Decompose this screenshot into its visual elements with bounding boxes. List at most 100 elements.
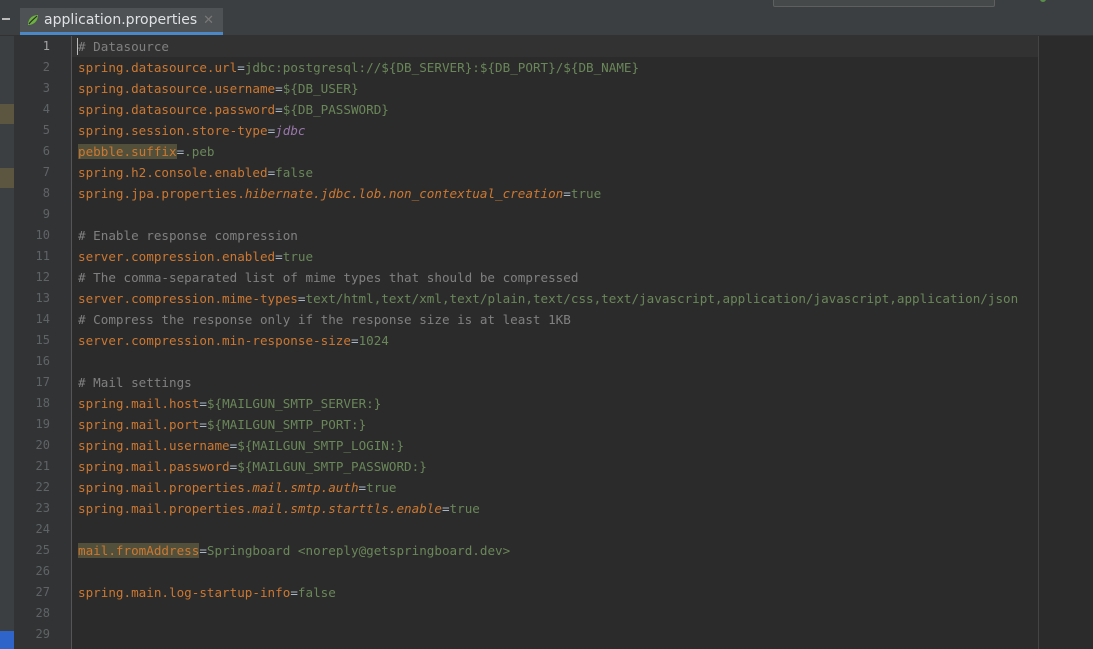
line-number: 23 [35, 501, 50, 515]
code-token: spring.datasource.url [78, 60, 238, 75]
code-token: ${DB_PASSWORD} [282, 102, 389, 117]
tab-filename: application.properties [44, 12, 198, 28]
code-token: mail.smtp.auth [252, 480, 359, 495]
minimize-icon[interactable] [2, 18, 10, 20]
close-icon[interactable]: ✕ [203, 13, 214, 28]
code-token: 1024 [358, 333, 389, 348]
code-token: = [290, 585, 298, 600]
line-number: 13 [35, 291, 50, 305]
current-line-highlight [72, 36, 1038, 57]
main-toolbar [0, 0, 1093, 8]
code-token: = [275, 249, 283, 264]
line-number: 4 [42, 102, 50, 116]
code-line[interactable]: spring.datasource.username=${DB_USER} [78, 78, 359, 99]
line-number: 25 [35, 543, 50, 557]
code-line[interactable]: spring.h2.console.enabled=false [78, 162, 313, 183]
code-line[interactable]: spring.mail.host=${MAILGUN_SMTP_SERVER:} [78, 393, 381, 414]
code-token: = [199, 396, 207, 411]
code-token: true [366, 480, 397, 495]
code-token: = [199, 417, 207, 432]
line-number: 5 [42, 123, 50, 137]
line-number: 17 [35, 375, 50, 389]
code-line[interactable]: spring.session.store-type=jdbc [78, 120, 306, 141]
line-number: 2 [42, 60, 50, 74]
code-token: ${MAILGUN_SMTP_SERVER:} [206, 396, 382, 411]
code-line[interactable]: # Datasource [78, 36, 169, 57]
code-line[interactable]: # Enable response compression [78, 225, 298, 246]
code-token: spring.mail.properties. [78, 501, 253, 516]
line-number: 14 [35, 312, 50, 326]
line-number: 18 [35, 396, 50, 410]
code-line[interactable]: server.compression.mime-types=text/html,… [78, 288, 1018, 309]
code-editor[interactable]: # Datasource spring.datasource.url=jdbc:p… [72, 36, 1093, 649]
line-number: 22 [35, 480, 50, 494]
line-number: 1 [42, 39, 50, 53]
code-token: true [449, 501, 480, 516]
code-line[interactable]: spring.main.log-startup-info=false [78, 582, 336, 603]
code-line[interactable]: spring.jpa.properties.hibernate.jdbc.lob… [78, 183, 601, 204]
change-marker [0, 104, 14, 124]
tool-window-button[interactable] [0, 631, 14, 649]
code-line[interactable]: spring.mail.properties.mail.smtp.starttl… [78, 498, 480, 519]
code-token: spring.mail.properties. [78, 480, 253, 495]
tab-application-properties[interactable]: application.properties ✕ [20, 8, 223, 35]
code-token: Springboard <noreply@getspringboard.dev> [206, 543, 511, 558]
code-token: hibernate.jdbc.lob.non_contextual_creati… [244, 186, 564, 201]
line-number: 16 [35, 354, 50, 368]
code-token: = [199, 543, 207, 558]
code-token: server.compression.enabled [78, 249, 276, 264]
code-line[interactable]: spring.mail.password=${MAILGUN_SMTP_PASS… [78, 456, 427, 477]
code-token: ${MAILGUN_SMTP_PASSWORD:} [237, 459, 427, 474]
left-tool-strip [0, 36, 14, 649]
code-line[interactable]: # Mail settings [78, 372, 192, 393]
code-line[interactable]: spring.datasource.url=jdbc:postgresql://… [78, 57, 639, 78]
code-token: jdbc:postgresql://${DB_SERVER}:${DB_PORT… [244, 60, 640, 75]
code-line[interactable]: spring.datasource.password=${DB_PASSWORD… [78, 99, 389, 120]
line-number: 19 [35, 417, 50, 431]
code-token: true [282, 249, 314, 264]
code-token: spring.datasource.password [78, 102, 276, 117]
code-token: server.compression.mime-types [78, 291, 298, 306]
code-line[interactable]: pebble.suffix=.peb [78, 141, 215, 162]
line-number: 20 [35, 438, 50, 452]
line-number: 6 [42, 144, 50, 158]
code-token: spring.datasource.username [78, 81, 276, 96]
code-token: # Enable response compression [78, 228, 298, 243]
code-token: ${DB_USER} [282, 81, 359, 96]
run-icon[interactable] [1040, 0, 1046, 2]
line-number: 29 [35, 627, 50, 641]
line-number: 11 [35, 249, 50, 263]
code-token: # The comma-separated list of mime types… [78, 270, 579, 285]
code-line[interactable]: server.compression.enabled=true [78, 246, 313, 267]
code-line[interactable]: server.compression.min-response-size=102… [78, 330, 389, 351]
code-token: ${MAILGUN_SMTP_PORT:} [206, 417, 367, 432]
code-line[interactable]: mail.fromAddress=Springboard <noreply@ge… [78, 540, 510, 561]
code-line[interactable]: spring.mail.port=${MAILGUN_SMTP_PORT:} [78, 414, 366, 435]
code-line[interactable]: # The comma-separated list of mime types… [78, 267, 578, 288]
code-line[interactable]: spring.mail.properties.mail.smtp.auth=tr… [78, 477, 396, 498]
code-token: # Mail settings [78, 375, 192, 390]
line-number: 27 [35, 585, 50, 599]
code-token: = [237, 60, 245, 75]
code-token: spring.session.store-type [78, 123, 268, 138]
code-line[interactable]: spring.mail.username=${MAILGUN_SMTP_LOGI… [78, 435, 404, 456]
code-token: # Datasource [78, 39, 169, 54]
line-number: 10 [35, 228, 50, 242]
code-token: spring.mail.username [78, 438, 230, 453]
line-number: 8 [42, 186, 50, 200]
code-token: = [275, 102, 283, 117]
line-number: 26 [35, 564, 50, 578]
line-number: 15 [35, 333, 50, 347]
line-number: 28 [35, 606, 50, 620]
editor-tab-bar: application.properties ✕ [0, 8, 1093, 36]
code-token: text/html,text/xml,text/plain,text/css,t… [305, 291, 1019, 306]
run-configuration-selector[interactable] [773, 0, 995, 7]
code-token: = [275, 81, 283, 96]
code-token: spring.mail.host [78, 396, 200, 411]
code-token: spring.mail.password [78, 459, 230, 474]
code-token: .peb [184, 144, 215, 159]
line-number-gutter: 1 2 3 4 5 6 7 8 9 10 11 12 13 14 15 16 17 18 19 20 21 22 23 24 2… [14, 36, 72, 649]
code-line[interactable]: # Compress the response only if the resp… [78, 309, 571, 330]
code-token: mail.fromAddress [78, 543, 200, 558]
change-marker [0, 168, 14, 188]
